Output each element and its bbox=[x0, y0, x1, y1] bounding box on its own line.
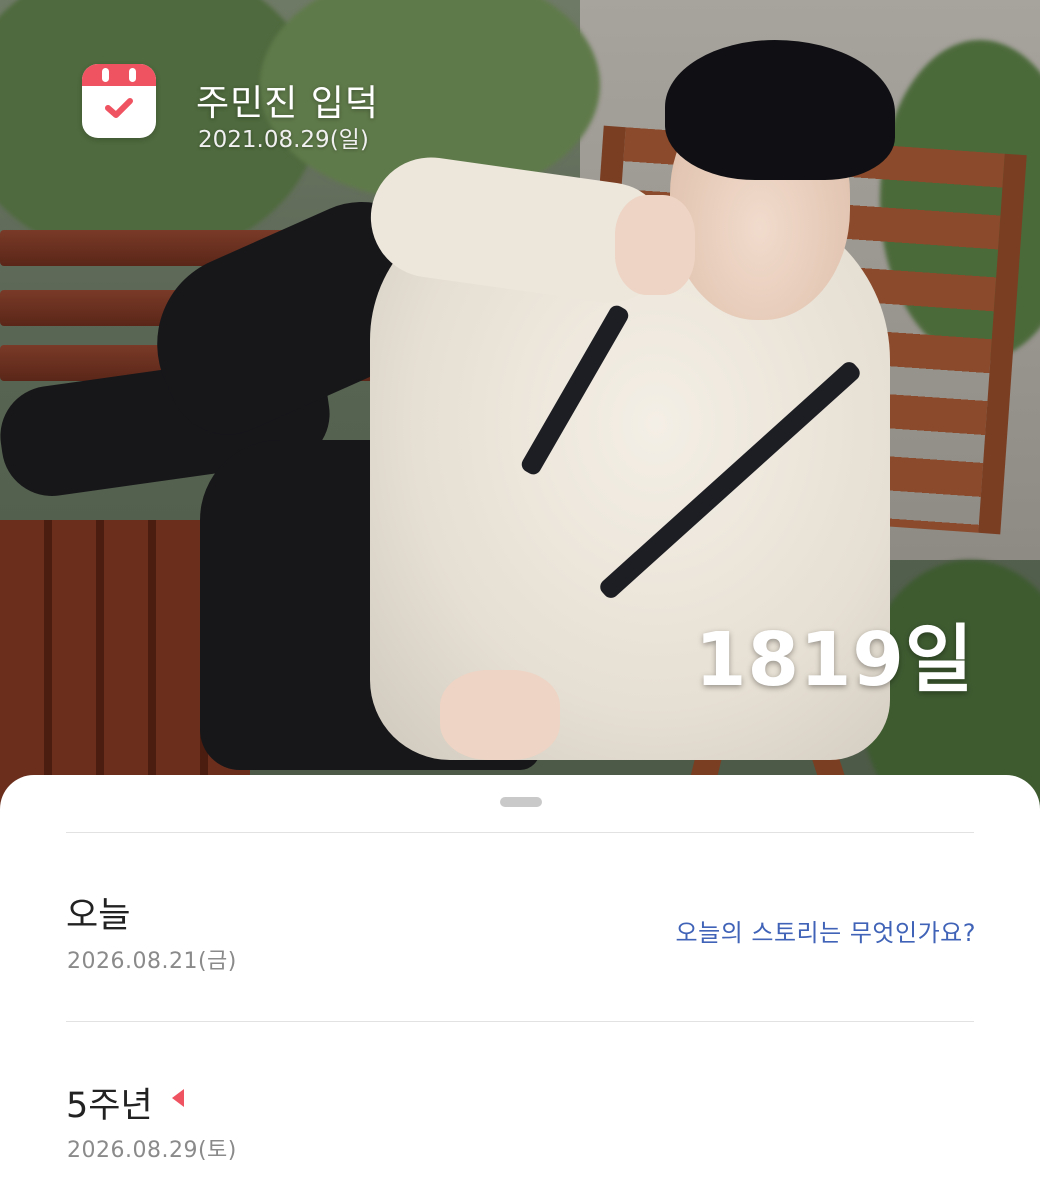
photo-hair bbox=[665, 40, 895, 180]
calendar-ring bbox=[129, 68, 136, 82]
dday-screen: 주민진 입덕 2021.08.29(일) 1819일 오늘 2026.08.21… bbox=[0, 0, 1040, 1200]
bottom-sheet[interactable]: 오늘 2026.08.21(금) 오늘의 스토리는 무엇인가요? 5주년 202… bbox=[0, 775, 1040, 1200]
today-date: 2026.08.21(금) bbox=[67, 949, 237, 974]
divider bbox=[66, 1021, 974, 1022]
event-start-date: 2021.08.29(일) bbox=[198, 127, 369, 153]
anniversary-label: 5주년 bbox=[66, 1086, 153, 1126]
sheet-drag-handle[interactable] bbox=[500, 797, 542, 807]
divider bbox=[66, 832, 974, 833]
photo-hand bbox=[615, 195, 695, 295]
calendar-check-icon[interactable] bbox=[82, 64, 156, 138]
calendar-ring bbox=[102, 68, 109, 82]
dday-count: 1819일 bbox=[694, 617, 974, 703]
photo-hand bbox=[440, 670, 560, 760]
check-mark-icon bbox=[105, 98, 133, 118]
red-flag-icon bbox=[172, 1089, 184, 1107]
calendar-header bbox=[82, 64, 156, 86]
anniversary-date: 2026.08.29(토) bbox=[67, 1138, 237, 1163]
event-title: 주민진 입덕 bbox=[196, 83, 380, 124]
today-label: 오늘 bbox=[66, 896, 131, 936]
today-story-link[interactable]: 오늘의 스토리는 무엇인가요? bbox=[676, 913, 976, 948]
